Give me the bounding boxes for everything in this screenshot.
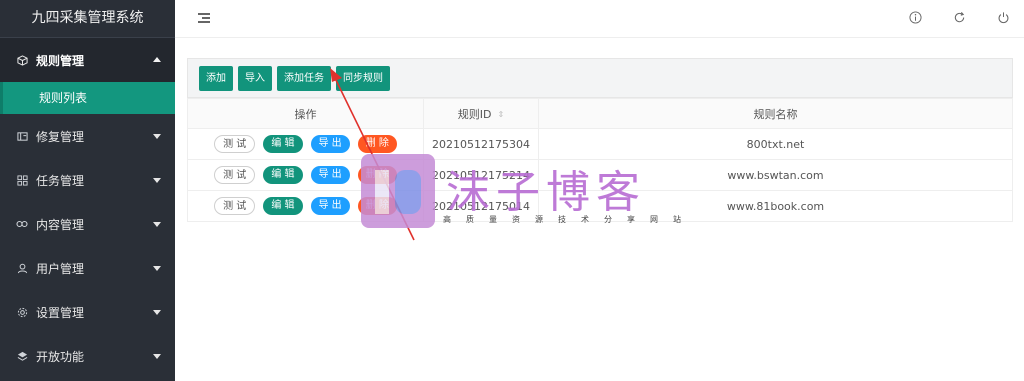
chevron-down-icon xyxy=(153,354,161,359)
test-button[interactable]: 测 试 xyxy=(214,197,256,215)
delete-button[interactable]: 删 除 xyxy=(357,197,397,215)
table-header-row: 操作 规则ID ⇕ 规则名称 xyxy=(187,98,1013,129)
import-button[interactable]: 导入 xyxy=(238,65,272,91)
cell-rule-name: 800txt.net xyxy=(538,128,1013,160)
task-icon xyxy=(16,174,28,186)
sidebar-group-rules[interactable]: 规则管理 xyxy=(0,38,175,82)
user-icon xyxy=(16,262,28,274)
rules-table: 操作 规则ID ⇕ 规则名称 测 试 编 辑 导 出 删 除 202105121… xyxy=(187,98,1013,222)
cell-rule-name: www.81book.com xyxy=(538,190,1013,222)
header-rule-id[interactable]: 规则ID ⇕ xyxy=(423,98,539,129)
header-rule-id-label: 规则ID xyxy=(457,107,492,121)
cell-rule-id: 20210512175304 xyxy=(423,128,539,160)
export-button[interactable]: 导 出 xyxy=(310,135,350,153)
chevron-down-icon xyxy=(153,222,161,227)
header-rule-name: 规则名称 xyxy=(538,98,1013,129)
export-button[interactable]: 导 出 xyxy=(310,166,350,184)
chevron-up-icon xyxy=(153,57,161,62)
cell-rule-name: www.bswtan.com xyxy=(538,159,1013,191)
cell-rule-id: 20210512175214 xyxy=(423,159,539,191)
edit-button[interactable]: 编 辑 xyxy=(263,197,303,215)
gear-icon xyxy=(16,306,28,318)
menu-fold-icon[interactable] xyxy=(198,12,212,24)
sidebar: 九四采集管理系统 规则管理 规则列表 修复管理 任务管理 内容管理 用户管理 设… xyxy=(0,0,175,381)
main-content: 添加 导入 添加任务 同步规则 操作 规则ID ⇕ 规则名称 测 试 编 辑 导… xyxy=(187,58,1013,222)
cell-rule-id: 20210512175014 xyxy=(423,190,539,222)
chevron-down-icon xyxy=(153,266,161,271)
header-operation: 操作 xyxy=(187,98,424,129)
sidebar-group-content[interactable]: 内容管理 xyxy=(0,202,175,246)
chevron-down-icon xyxy=(153,178,161,183)
power-icon[interactable] xyxy=(996,10,1010,24)
app-brand: 九四采集管理系统 xyxy=(0,0,175,38)
top-icons xyxy=(908,10,1010,24)
sidebar-group-repair[interactable]: 修复管理 xyxy=(0,114,175,158)
sidebar-group-tasks[interactable]: 任务管理 xyxy=(0,158,175,202)
repair-icon xyxy=(16,130,28,142)
table-row: 测 试 编 辑 导 出 删 除 20210512175014 www.81boo… xyxy=(187,190,1013,222)
table-toolbar: 添加 导入 添加任务 同步规则 xyxy=(187,58,1013,98)
refresh-icon[interactable] xyxy=(952,10,966,24)
edit-button[interactable]: 编 辑 xyxy=(263,166,303,184)
chevron-down-icon xyxy=(153,134,161,139)
row-actions: 测 试 编 辑 导 出 删 除 xyxy=(187,190,424,222)
export-button[interactable]: 导 出 xyxy=(310,197,350,215)
add-button[interactable]: 添加 xyxy=(199,65,233,91)
top-bar xyxy=(175,0,1024,38)
sidebar-group-open-features[interactable]: 开放功能 xyxy=(0,334,175,378)
info-icon[interactable] xyxy=(908,10,922,24)
edit-button[interactable]: 编 辑 xyxy=(263,135,303,153)
sort-icon[interactable]: ⇕ xyxy=(498,110,505,119)
table-row: 测 试 编 辑 导 出 删 除 20210512175214 www.bswta… xyxy=(187,159,1013,191)
add-task-button[interactable]: 添加任务 xyxy=(277,65,331,91)
delete-button[interactable]: 删 除 xyxy=(357,166,397,184)
test-button[interactable]: 测 试 xyxy=(214,135,256,153)
row-actions: 测 试 编 辑 导 出 删 除 xyxy=(187,159,424,191)
test-button[interactable]: 测 试 xyxy=(214,166,256,184)
link-icon xyxy=(16,218,28,230)
layers-icon xyxy=(16,350,28,362)
app-root: 九四采集管理系统 规则管理 规则列表 修复管理 任务管理 内容管理 用户管理 设… xyxy=(0,0,1024,381)
table-row: 测 试 编 辑 导 出 删 除 20210512175304 800txt.ne… xyxy=(187,128,1013,160)
sidebar-group-settings[interactable]: 设置管理 xyxy=(0,290,175,334)
cube-icon xyxy=(16,54,28,66)
sidebar-item-rule-list[interactable]: 规则列表 xyxy=(0,82,175,114)
row-actions: 测 试 编 辑 导 出 删 除 xyxy=(187,128,424,160)
sync-rules-button[interactable]: 同步规则 xyxy=(336,65,390,91)
delete-button[interactable]: 删 除 xyxy=(357,135,397,153)
chevron-down-icon xyxy=(153,310,161,315)
sidebar-group-users[interactable]: 用户管理 xyxy=(0,246,175,290)
